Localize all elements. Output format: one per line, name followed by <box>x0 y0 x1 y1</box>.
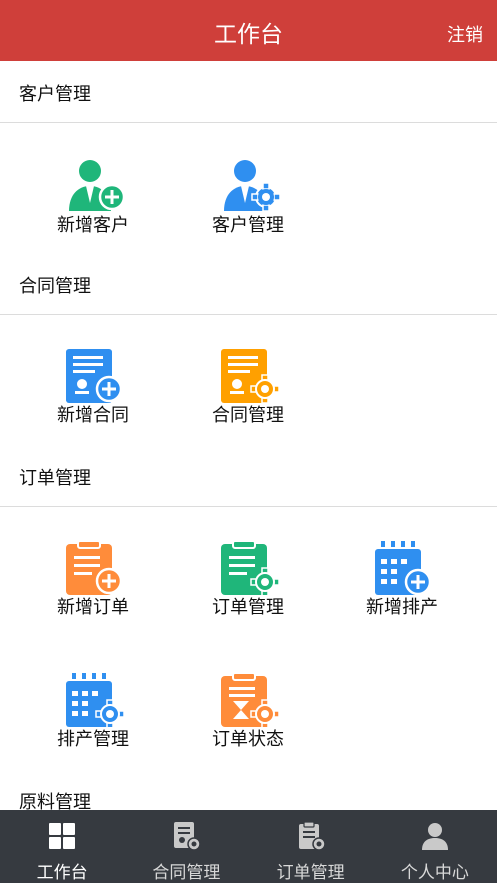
tile-label: 新增客户 <box>57 215 129 236</box>
tile-label: 新增排产 <box>366 597 438 618</box>
tab-order-management[interactable]: 订单管理 <box>249 810 373 883</box>
customer-settings-icon <box>224 160 281 212</box>
tile-label: 排产管理 <box>57 729 129 750</box>
tab-contract-management[interactable]: 合同管理 <box>124 810 248 883</box>
tile-add-order[interactable]: 新增订单 <box>33 541 153 641</box>
section-title-contract: 合同管理 <box>19 276 91 297</box>
section-title-material: 原料管理 <box>19 792 91 810</box>
page-title: 工作台 <box>214 22 283 48</box>
tab-label: 工作台 <box>36 863 88 883</box>
tile-label: 订单状态 <box>212 729 284 750</box>
tab-personal-center[interactable]: 个人中心 <box>373 810 497 883</box>
grid-icon <box>49 823 76 849</box>
tile-label: 合同管理 <box>212 405 284 426</box>
tile-customer-management[interactable]: 客户管理 <box>188 159 308 259</box>
bottom-tab-bar: 工作台 合同管理 订单管理 个人中心 <box>0 810 497 883</box>
tile-add-customer[interactable]: 新增客户 <box>33 159 153 259</box>
contract-tab-icon <box>174 822 202 851</box>
add-order-icon <box>66 541 123 595</box>
tile-contract-management[interactable]: 合同管理 <box>188 349 308 449</box>
tab-label: 个人中心 <box>400 863 469 883</box>
tab-label: 订单管理 <box>276 863 345 883</box>
order-settings-icon <box>221 541 280 595</box>
tile-add-contract[interactable]: 新增合同 <box>33 349 153 449</box>
contract-settings-icon <box>221 349 280 403</box>
tile-schedule-management[interactable]: 排产管理 <box>33 673 153 773</box>
schedule-settings-icon <box>66 673 125 727</box>
workbench-content[interactable]: 客户管理 新增客户 客户管理 合同管理 新增合同 合同管理 订单管理 新增订单 … <box>0 61 497 810</box>
section-title-customer: 客户管理 <box>19 84 91 105</box>
tile-order-status[interactable]: 订单状态 <box>188 673 308 773</box>
order-tab-icon <box>298 821 326 851</box>
tile-order-management[interactable]: 订单管理 <box>188 541 308 641</box>
tab-label: 合同管理 <box>152 863 221 883</box>
order-status-icon <box>221 673 280 727</box>
tile-label: 新增合同 <box>57 405 129 426</box>
person-icon <box>421 823 448 850</box>
tile-add-schedule[interactable]: 新增排产 <box>342 541 462 641</box>
add-schedule-icon <box>375 541 432 595</box>
tile-label: 新增订单 <box>57 597 129 618</box>
divider <box>0 506 497 507</box>
divider <box>0 314 497 315</box>
tile-label: 订单管理 <box>212 597 284 618</box>
logout-button[interactable]: 注销 <box>447 0 483 61</box>
tab-workbench[interactable]: 工作台 <box>0 810 124 883</box>
app-header: 工作台 注销 <box>0 0 497 61</box>
add-contract-icon <box>66 349 123 403</box>
add-customer-icon <box>69 160 126 211</box>
tile-label: 客户管理 <box>212 215 284 236</box>
section-title-order: 订单管理 <box>19 468 91 489</box>
divider <box>0 122 497 123</box>
